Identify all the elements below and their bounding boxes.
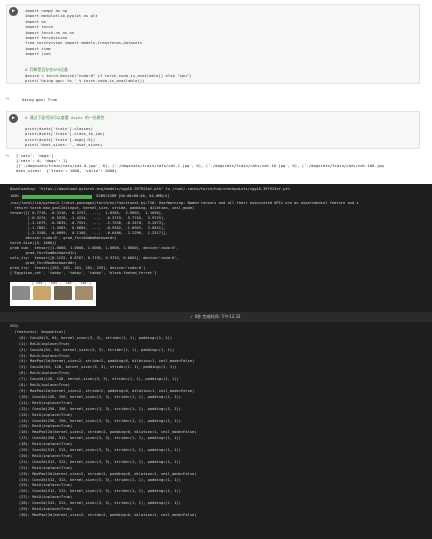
cell-output: Using gpu: True [22,97,58,102]
model-line: (9): MaxPool2d(kernel_size=2, stride=2, … [10,388,195,393]
model-summary: VGG( (features): Sequential( (0): Conv2d… [10,324,197,519]
notebook: ▶ import numpy as np import matplotlib.py… [0,0,432,539]
progress-bar [22,195,92,199]
model-line: (21): Conv2d(512, 512, kernel_size=(3, 3… [10,459,181,464]
status-text: ✓ 0秒 完成时间: 下午12:32 [190,314,241,319]
progress-bar-fill [22,195,92,199]
code-editor[interactable]: import numpy as np import matplotlib.pypl… [25,8,415,84]
run-cell-button[interactable]: ▶ [9,114,18,123]
progress-percent: 100% [10,194,19,198]
model-line: (2): Conv2d(64, 64, kernel_size=(3, 3), … [10,347,175,352]
cell-output: ['cats', 'dogs'] {'cats': 0, 'dogs': 1}[(… [16,153,384,173]
image-grid: ['cat', 'cat', 'cat', 'cat'] [10,281,96,306]
dark-output-area: Downloading: "https://download.pytorch.o… [0,184,432,312]
model-line: (23): MaxPool2d(kernel_size=2, stride=2,… [10,471,197,476]
output-text: /usr/local/lib/python3.7/dist-packages/t… [10,201,359,276]
download-line: Downloading: "https://download.pytorch.o… [10,187,290,191]
progress-text: 528M/528M [00:08<00:00, 64.8MB/s] [96,194,170,198]
thumbnail-image [12,286,30,300]
code-cell-imports[interactable]: ▶ import numpy as np import matplotlib.py… [6,4,420,84]
thumbnail-image [54,286,72,300]
code-editor[interactable]: # 通过下面代码可以查看 dsets 的一些属性 print(dsets['tr… [25,115,415,147]
thumbnail-image [75,286,93,300]
model-line: (10): Conv2d(128, 256, kernel_size=(3, 3… [10,394,181,399]
output-icon: ↦ [6,153,10,159]
output-icon: ↦ [6,96,10,102]
model-line: (30): MaxPool2d(kernel_size=2, stride=2,… [10,513,197,517]
model-line: (12): Conv2d(256, 256, kernel_size=(3, 3… [10,406,181,411]
model-line: (0): Conv2d(3, 64, kernel_size=(3, 3), s… [10,335,173,340]
output-line: ['Egyptian_cat', 'tabby', 'tabby', 'tabb… [10,271,157,275]
output-line: dset_sizes: {'train': 1800, 'valid': 200… [16,168,117,174]
code-line: print('dset_sizes: ', dset_sizes) [25,142,103,148]
code-line: print('Using gpu: %s ' % torch.cuda.is_a… [25,78,145,84]
status-bar: ✓ 0秒 完成时间: 下午12:32 [0,312,432,322]
model-output-area: VGG( (features): Sequential( (0): Conv2d… [0,322,432,539]
code-cell-dsets[interactable]: ▶ # 通过下面代码可以查看 dsets 的一些属性 print(dsets['… [6,111,420,149]
run-cell-button[interactable]: ▶ [9,7,18,16]
thumbnail-image [33,286,51,300]
